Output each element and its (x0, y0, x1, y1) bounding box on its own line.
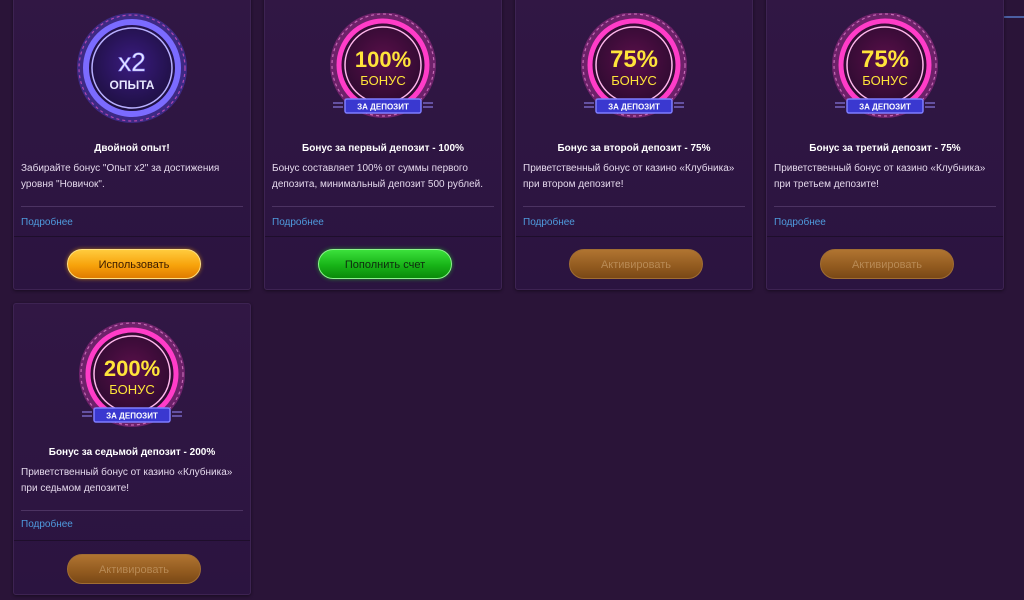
bonus-card-double-xp: x2 ОПЫТА Двойной опыт! Забирайте бонус "… (13, 0, 251, 290)
badge-big-text: 100% (355, 47, 411, 72)
activate-button[interactable]: Активировать (569, 249, 703, 279)
divider (516, 236, 752, 237)
badge-big-text: 75% (610, 46, 658, 73)
badge-small-text: БОНУС (611, 73, 657, 88)
divider (14, 236, 250, 237)
more-link[interactable]: Подробнее (21, 519, 73, 530)
divider (767, 236, 1003, 237)
badge-ribbon-text: ЗА ДЕПОЗИТ (357, 103, 409, 112)
card-title: Бонус за первый депозит - 100% (302, 143, 464, 154)
card-description: Забирайте бонус "Опыт x2" за достижения … (21, 161, 244, 193)
card-title: Бонус за второй депозит - 75% (557, 143, 711, 154)
badge-big-text: 200% (104, 356, 160, 381)
bonus-badge: 75% БОНУС ЗА ДЕПОЗИТ (767, 13, 1003, 133)
more-link[interactable]: Подробнее (21, 217, 73, 228)
xp-badge-icon: x2 ОПЫТА (77, 13, 187, 123)
desc-line: Бонус составляет 100% от суммы первого (272, 163, 468, 174)
desc-line: при седьмом депозите! (21, 483, 130, 494)
desc-line: депозита, минимальный депозит 500 рублей… (272, 179, 483, 190)
deposit-badge-icon: 75% БОНУС ЗА ДЕПОЗИТ (581, 13, 687, 118)
badge-big-text: x2 (118, 47, 145, 77)
bonus-card-third-deposit: 75% БОНУС ЗА ДЕПОЗИТ Бонус за третий деп… (766, 0, 1004, 290)
divider (21, 510, 243, 511)
badge-ribbon-text: ЗА ДЕПОЗИТ (608, 103, 660, 112)
bonus-badge: 75% БОНУС ЗА ДЕПОЗИТ (516, 13, 752, 133)
activate-button[interactable]: Активировать (820, 249, 954, 279)
divider (774, 206, 996, 207)
more-link[interactable]: Подробнее (523, 217, 575, 228)
deposit-badge-icon: 75% БОНУС ЗА ДЕПОЗИТ (832, 13, 938, 118)
activate-button[interactable]: Активировать (67, 554, 201, 584)
divider (21, 206, 243, 207)
divider (14, 540, 250, 541)
badge-small-text: ОПЫТА (110, 78, 155, 92)
badge-big-text: 75% (861, 46, 909, 73)
badge-ribbon-text: ЗА ДЕПОЗИТ (859, 103, 911, 112)
desc-line: при третьем депозите! (774, 179, 879, 190)
bonus-badge: 200% БОНУС ЗА ДЕПОЗИТ (14, 322, 250, 442)
badge-small-text: БОНУС (360, 73, 406, 88)
desc-line: Забирайте бонус "Опыт x2" за достижения (21, 163, 220, 174)
card-description: Приветственный бонус от казино «Клубника… (523, 161, 746, 193)
badge-small-text: БОНУС (862, 73, 908, 88)
bonus-badge: 100% БОНУС ЗА ДЕПОЗИТ (265, 13, 501, 133)
desc-line: при втором депозите! (523, 179, 624, 190)
divider (265, 236, 501, 237)
bonus-card-second-deposit: 75% БОНУС ЗА ДЕПОЗИТ Бонус за второй деп… (515, 0, 753, 290)
more-link[interactable]: Подробнее (272, 217, 324, 228)
desc-line: Приветственный бонус от казино «Клубника… (21, 467, 233, 478)
deposit-badge-icon: 200% БОНУС ЗА ДЕПОЗИТ (79, 322, 185, 427)
card-title: Бонус за седьмой депозит - 200% (48, 447, 216, 458)
bonus-card-seventh-deposit: 200% БОНУС ЗА ДЕПОЗИТ Бонус за седьмой д… (13, 303, 251, 595)
desc-line: Приветственный бонус от казино «Клубника… (523, 163, 735, 174)
divider (523, 206, 745, 207)
use-button[interactable]: Использовать (67, 249, 201, 279)
badge-ribbon-text: ЗА ДЕПОЗИТ (106, 412, 158, 421)
more-link[interactable]: Подробнее (774, 217, 826, 228)
deposit-badge-icon: 100% БОНУС ЗА ДЕПОЗИТ (330, 13, 436, 118)
card-title: Двойной опыт! (94, 143, 170, 154)
bonus-page: x2 ОПЫТА Двойной опыт! Забирайте бонус "… (0, 0, 1024, 600)
card-description: Бонус составляет 100% от суммы первого д… (272, 161, 495, 193)
desc-line: Приветственный бонус от казино «Клубника… (774, 163, 986, 174)
bonus-badge: x2 ОПЫТА (14, 13, 250, 133)
card-title: Бонус за третий депозит - 75% (809, 143, 961, 154)
card-description: Приветственный бонус от казино «Клубника… (774, 161, 997, 193)
card-description: Приветственный бонус от казино «Клубника… (21, 465, 244, 497)
top-up-button[interactable]: Пополнить счет (318, 249, 452, 279)
bonus-card-first-deposit: 100% БОНУС ЗА ДЕПОЗИТ Бонус за первый де… (264, 0, 502, 290)
divider (272, 206, 494, 207)
desc-line: уровня "Новичок". (21, 179, 105, 190)
badge-small-text: БОНУС (109, 382, 155, 397)
